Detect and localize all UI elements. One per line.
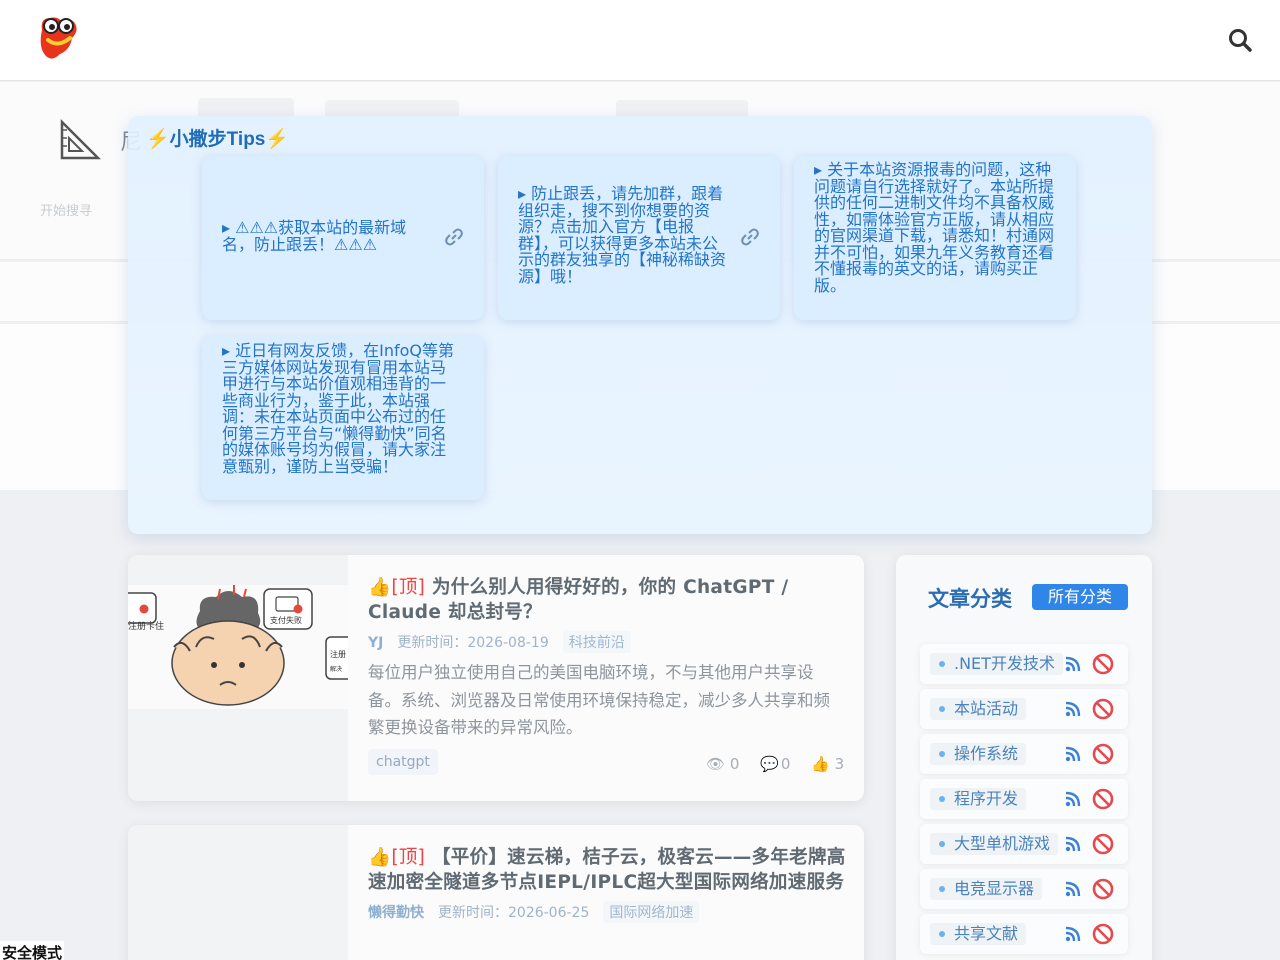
article-stats: 👁 0 💬 0 👍 3 <box>706 755 844 773</box>
views-count: 0 <box>729 755 740 773</box>
category-sidebar: 文章分类 所有分类 .NET开发技术 本站活动操作系统程序开发大型单机游戏 电竞显示… <box>896 555 1152 960</box>
pinned-tag: [顶] <box>391 577 426 598</box>
article-meta: 懒得勤快 更新时间：2026-06-25 国际网络加速 <box>368 901 846 923</box>
sidebar-title: 文章分类 <box>928 587 1012 611</box>
thumb-label: 解决 <box>330 665 342 673</box>
block-icon[interactable] <box>1092 788 1114 810</box>
thumb-label: 支付失败 <box>270 615 302 625</box>
tip-text: ▸ 防止跟丢，请先加群，跟着组织走，搜不到你想要的资源？点击加入官方【电报群】，… <box>518 184 727 286</box>
thumbs-up-icon: 👍 <box>368 577 392 598</box>
comments-count: 0 <box>780 755 791 773</box>
sidebar-category-item[interactable]: 共享文献 <box>920 914 1128 954</box>
updated-date: 2026-06-25 <box>508 905 590 921</box>
pinned-tag: [顶] <box>391 847 426 868</box>
article-title-text[interactable]: 【平价】速云梯，桔子云，极客云——多年老牌高速加密全隧道多节点IEPL/IPLC… <box>368 847 846 893</box>
block-icon[interactable] <box>1092 833 1114 855</box>
tag-pill[interactable]: chatgpt <box>368 749 438 775</box>
block-icon[interactable] <box>1092 653 1114 675</box>
category-label[interactable]: 程序开发 <box>930 788 1027 810</box>
rss-icon[interactable] <box>1064 790 1082 808</box>
sidebar-category-item[interactable]: 程序开发 <box>920 779 1128 819</box>
block-icon[interactable] <box>1092 743 1114 765</box>
top-navbar <box>0 0 1280 81</box>
comment-icon[interactable]: 💬 <box>760 755 779 773</box>
hero-muted-label: 开始搜寻 <box>40 204 93 219</box>
likes-count: 3 <box>834 755 845 773</box>
block-icon[interactable] <box>1092 923 1114 945</box>
updated-label: 更新时间： <box>438 905 508 921</box>
tip-card-antivirus[interactable]: ▸ 关于本站资源报毒的问题，这种问题请自行选择就好了。本站所提供的任何二进制文件… <box>794 156 1076 320</box>
all-categories-button[interactable]: 所有分类 <box>1032 584 1128 610</box>
updated-date: 2026-08-19 <box>467 635 549 651</box>
rss-icon[interactable] <box>1064 655 1082 673</box>
category-label[interactable]: 操作系统 <box>930 743 1027 765</box>
thumbs-up-icon: 👍 <box>368 847 392 868</box>
eye-icon: 👁 <box>706 755 726 773</box>
tips-panel: ⚡小撒步Tips⚡ ▸ ⚠⚠⚠获取本站的最新域名，防止跟丢！⚠⚠⚠ ▸ 防止跟丢… <box>128 116 1152 534</box>
sidebar-category-item[interactable]: .NET开发技术 <box>920 644 1128 684</box>
article-body: 👍[顶] 【平价】速云梯，桔子云，极客云——多年老牌高速加密全隧道多节点IEPL… <box>368 845 846 923</box>
stressed-person-illustration: 注册卡住 支付失败 注册 解决 <box>128 585 348 709</box>
author-link[interactable]: 懒得勤快 <box>368 905 424 921</box>
article-title-text[interactable]: 为什么别人用得好好的，你的 ChatGPT / Claude 却总封号？ <box>368 577 788 623</box>
like-icon[interactable]: 👍 <box>811 755 830 773</box>
tip-card-impersonation[interactable]: ▸ 近日有网友反馈，在InfoQ等第三方媒体网站发现有冒用本站马甲进行与本站价值… <box>202 336 484 500</box>
category-label[interactable]: 大型单机游戏 <box>930 833 1059 855</box>
article-meta: YJ 更新时间：2026-08-19 科技前沿 <box>368 631 846 653</box>
rss-icon[interactable] <box>1064 925 1082 943</box>
category-link[interactable]: 国际网络加速 <box>603 901 700 923</box>
category-label[interactable]: .NET开发技术 <box>930 653 1063 675</box>
sidebar-category-item[interactable]: 电竞显示器 <box>920 869 1128 909</box>
category-link[interactable]: 科技前沿 <box>562 631 631 653</box>
thumb-label: 注册卡住 <box>128 620 164 632</box>
article-card[interactable]: 注册卡住 支付失败 注册 解决 👍[顶] 为什么别人用得好好的，你的 ChatG… <box>128 555 864 801</box>
mascot-logo-icon[interactable] <box>36 14 80 62</box>
rss-icon[interactable] <box>1064 835 1082 853</box>
safe-mode-toggle[interactable]: 安全模式 <box>0 941 65 960</box>
article-excerpt: 每位用户独立使用自己的美国电脑环境，不与其他用户共享设备。系统、浏览器及日常使用… <box>368 663 830 737</box>
author-link[interactable]: YJ <box>368 635 383 651</box>
tip-text: ▸ 近日有网友反馈，在InfoQ等第三方媒体网站发现有冒用本站马甲进行与本站价值… <box>222 341 454 476</box>
updated-label: 更新时间： <box>397 635 468 651</box>
article-thumbnail[interactable] <box>128 825 348 960</box>
tip-card-telegram[interactable]: ▸ 防止跟丢，请先加群，跟着组织走，搜不到你想要的资源？点击加入官方【电报群】，… <box>498 156 780 320</box>
rss-icon[interactable] <box>1064 700 1082 718</box>
block-icon[interactable] <box>1092 878 1114 900</box>
article-body: 👍[顶] 为什么别人用得好好的，你的 ChatGPT / Claude 却总封号… <box>368 575 846 742</box>
sidebar-category-item[interactable]: 本站活动 <box>920 689 1128 729</box>
rss-icon[interactable] <box>1064 880 1082 898</box>
link-icon[interactable] <box>444 227 464 247</box>
category-label[interactable]: 共享文献 <box>930 923 1027 945</box>
category-label[interactable]: 电竞显示器 <box>930 878 1043 900</box>
sidebar-category-item[interactable]: 大型单机游戏 <box>920 824 1128 864</box>
tip-text: ▸ ⚠⚠⚠获取本站的最新域名，防止跟丢！⚠⚠⚠ <box>222 218 407 254</box>
sidebar-category-item[interactable]: 操作系统 <box>920 734 1128 774</box>
article-title[interactable]: 👍[顶] 【平价】速云梯，桔子云，极客云——多年老牌高速加密全隧道多节点IEPL… <box>368 845 846 895</box>
article-card[interactable]: 👍[顶] 【平价】速云梯，桔子云，极客云——多年老牌高速加密全隧道多节点IEPL… <box>128 825 864 960</box>
rss-icon[interactable] <box>1064 745 1082 763</box>
tip-text: ▸ 关于本站资源报毒的问题，这种问题请自行选择就好了。本站所提供的任何二进制文件… <box>814 160 1055 295</box>
tips-title: ⚡小撒步Tips⚡ <box>146 129 290 150</box>
tip-card-domain[interactable]: ▸ ⚠⚠⚠获取本站的最新域名，防止跟丢！⚠⚠⚠ <box>202 156 484 320</box>
triangle-ruler-icon <box>60 118 102 160</box>
article-title[interactable]: 👍[顶] 为什么别人用得好好的，你的 ChatGPT / Claude 却总封号… <box>368 575 846 625</box>
block-icon[interactable] <box>1092 698 1114 720</box>
link-icon[interactable] <box>740 227 760 247</box>
search-icon[interactable] <box>1226 26 1254 54</box>
article-thumbnail[interactable]: 注册卡住 支付失败 注册 解决 <box>128 555 348 801</box>
category-label[interactable]: 本站活动 <box>930 698 1027 720</box>
thumb-label: 注册 <box>330 649 346 659</box>
